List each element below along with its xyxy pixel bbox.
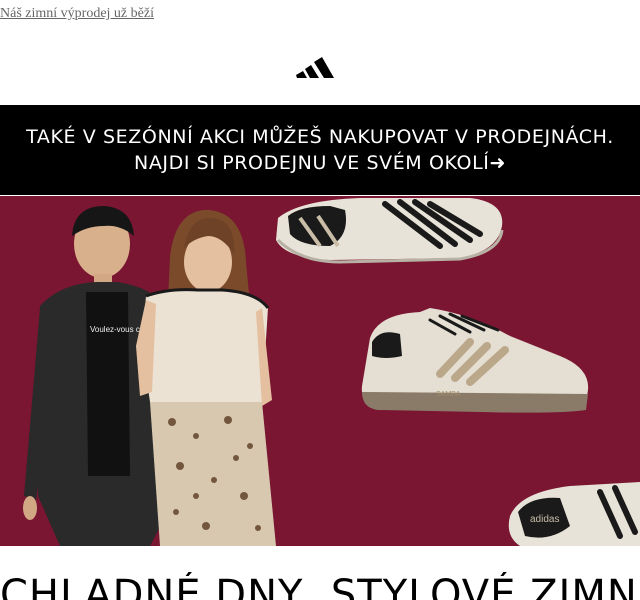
shoe-model-text: SAMBA [436, 391, 461, 398]
shoe-brand-text: adidas [530, 514, 559, 525]
preheader-sale-link[interactable]: Náš zimní výprodej už běží [0, 6, 154, 22]
hero-image[interactable]: SAMBA adidas Voulez-vous courir avec moi [0, 196, 640, 546]
adidas-logo[interactable] [296, 52, 336, 78]
store-finder-text[interactable]: TAKÉ V SEZÓNNÍ AKCI MŮŽEŠ NAKUPOVAT V PR… [20, 124, 620, 176]
headline: CHLADNÉ DNY, STYLOVÉ ZIMNÍ [0, 572, 640, 600]
sneaker-top [276, 198, 504, 264]
hero-illustration: SAMBA adidas Voulez-vous courir avec moi [0, 196, 640, 546]
store-finder-banner[interactable]: TAKÉ V SEZÓNNÍ AKCI MŮŽEŠ NAKUPOVAT V PR… [0, 105, 640, 195]
